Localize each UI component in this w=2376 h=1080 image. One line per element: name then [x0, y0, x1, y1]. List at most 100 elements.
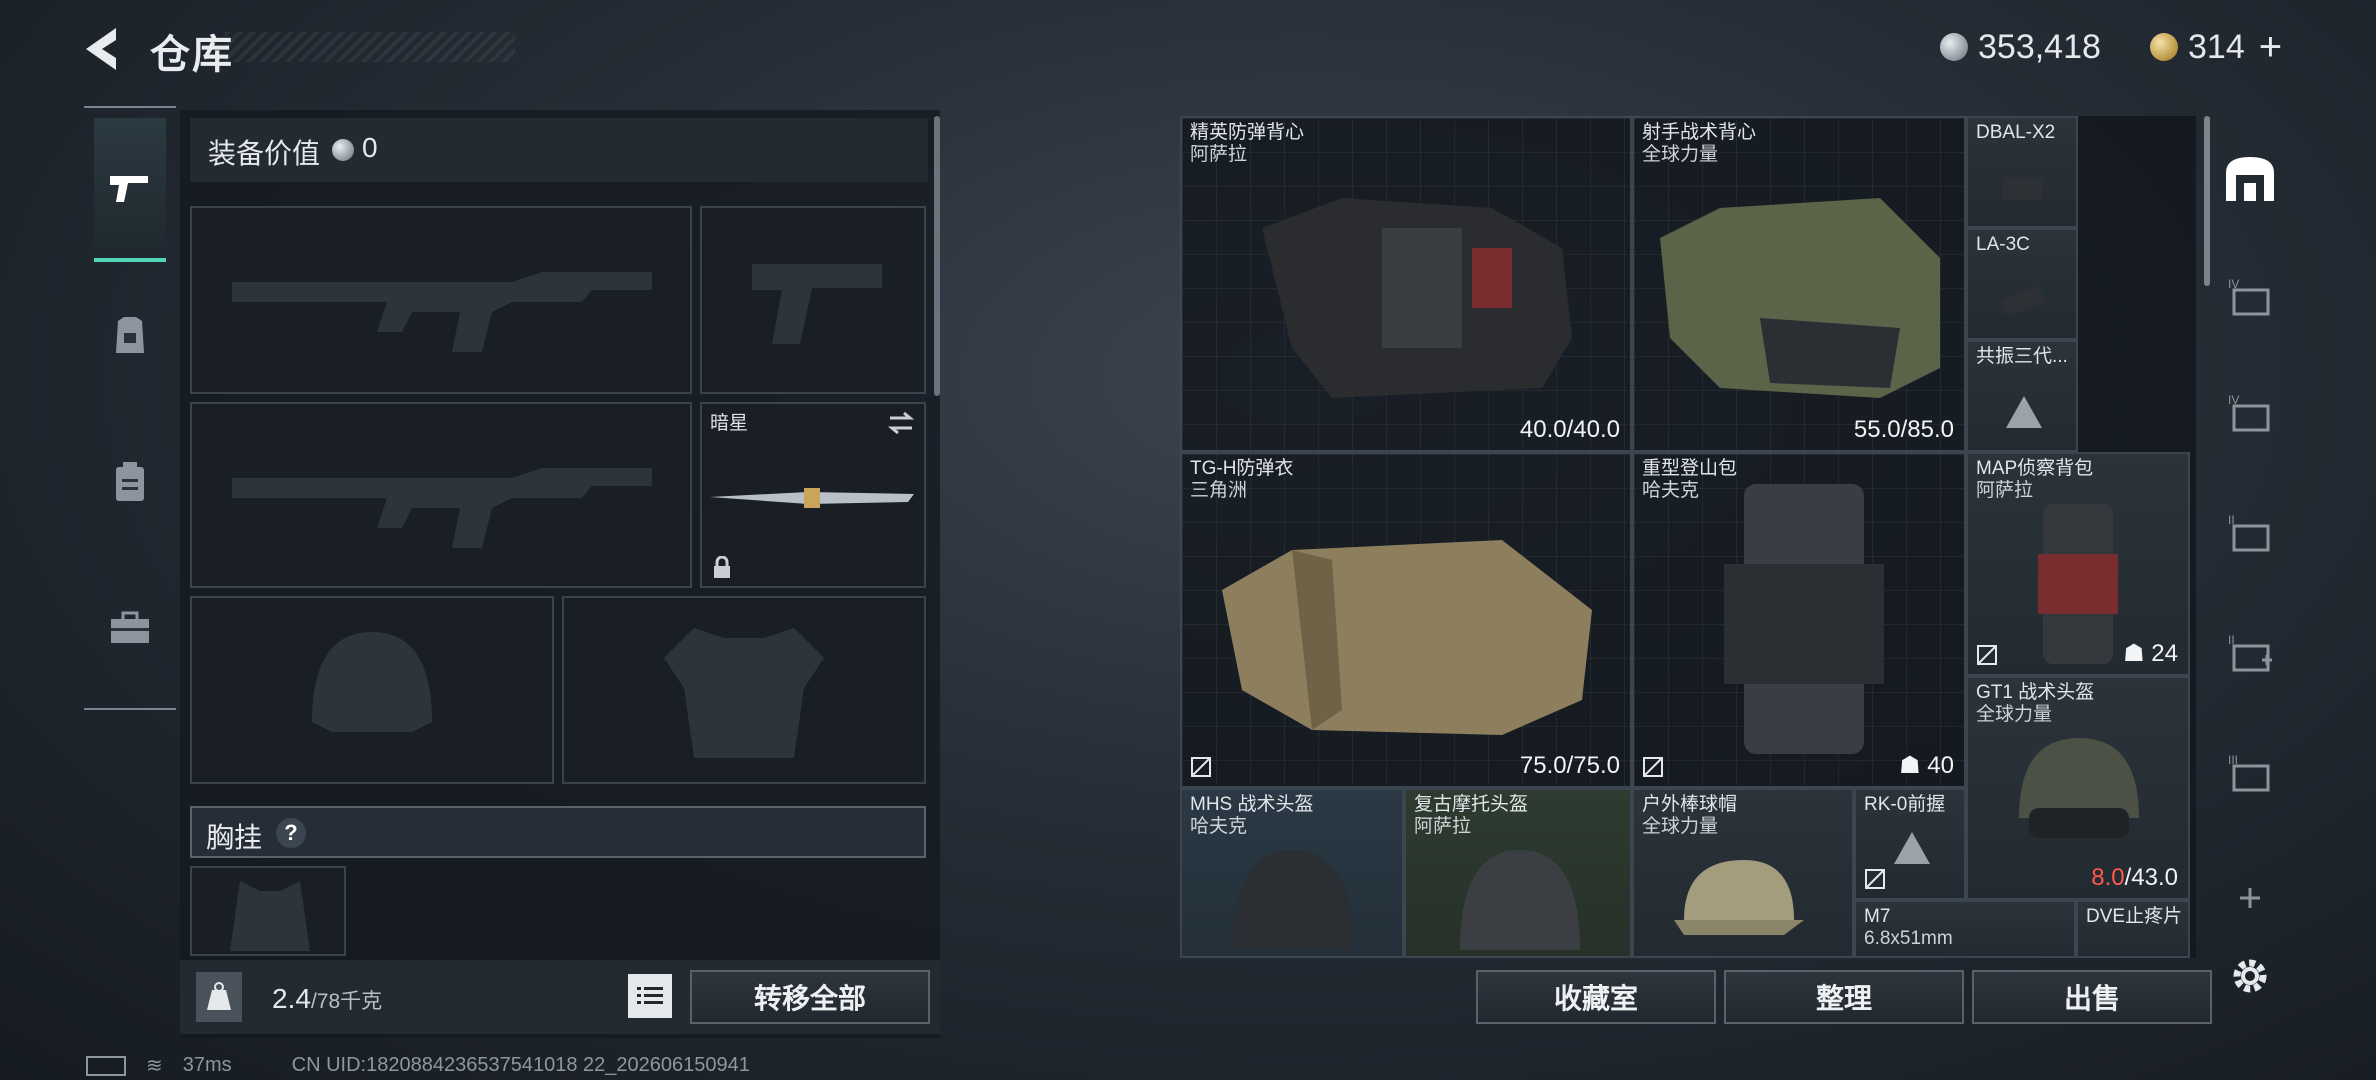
- backpack-icon: [1724, 484, 1884, 754]
- pistol-slot[interactable]: [700, 206, 926, 394]
- no-insure-icon: [1865, 869, 1885, 889]
- storage-item-retro-helmet[interactable]: 复古摩托头盔 阿萨拉: [1404, 788, 1632, 958]
- tab-rail-bottom-line: [84, 708, 176, 710]
- organize-button[interactable]: 整理: [1724, 970, 1964, 1024]
- cap-icon: [1674, 860, 1804, 935]
- lock-icon: [714, 556, 730, 578]
- storage-box-ii-2[interactable]: II: [2218, 620, 2282, 684]
- chest-rig-silhouette-icon: [230, 881, 310, 951]
- loadout-scrollbar[interactable]: [934, 116, 940, 396]
- tab-backpack[interactable]: [94, 446, 166, 518]
- storage-grid: 精英防弹背心 阿萨拉 40.0/40.0 射手战术背心 全球力量 55.0/85…: [1180, 116, 2196, 958]
- item-name: 共振三代...: [1976, 346, 2068, 367]
- swap-icon[interactable]: [886, 410, 916, 436]
- primary-weapon-slot-2[interactable]: [190, 402, 692, 588]
- item-maker: 哈夫克: [1642, 480, 1700, 501]
- armor-icon: [1222, 540, 1592, 735]
- item-name: MAP侦察背包: [1976, 458, 2094, 479]
- item-name: DBAL-X2: [1976, 122, 2056, 143]
- back-button[interactable]: [80, 24, 130, 74]
- no-insure-icon: [1191, 757, 1211, 777]
- title-decoration: [225, 32, 515, 62]
- no-insure-icon: [1977, 645, 1997, 665]
- collection-room-button[interactable]: 收藏室: [1476, 970, 1716, 1024]
- storage-item-resonance[interactable]: 共振三代...: [1966, 340, 2078, 452]
- gold-amount: 314: [2188, 27, 2245, 66]
- pistol-silhouette-icon: [752, 264, 882, 344]
- warehouse-icon: [2226, 157, 2274, 201]
- add-currency-button[interactable]: +: [2259, 25, 2282, 70]
- item-name: 精英防弹背心: [1190, 122, 1305, 143]
- item-caliber: 6.8x51mm: [1864, 928, 1953, 949]
- equipment-value-label: 装备价值: [208, 138, 321, 169]
- list-view-button[interactable]: [628, 974, 672, 1018]
- toolbox-icon: [111, 611, 149, 643]
- helmet-slot[interactable]: [190, 596, 554, 784]
- helmet-icon: [1460, 850, 1580, 950]
- item-maker: 三角洲: [1190, 480, 1248, 501]
- battery-icon: [86, 1055, 126, 1076]
- primary-weapon-slot-1[interactable]: [190, 206, 692, 394]
- item-name: TG-H防弹衣: [1190, 458, 1294, 479]
- storage-item-map-pack[interactable]: MAP侦察背包 阿萨拉 ☗ 24: [1966, 452, 2190, 676]
- wifi-icon: ≋: [146, 1055, 163, 1077]
- storage-main-button[interactable]: [2218, 146, 2282, 210]
- storage-box-ii-1[interactable]: II: [2218, 500, 2282, 564]
- item-maker: 全球力量: [1642, 816, 1719, 837]
- storage-item-elite-vest[interactable]: 精英防弹背心 阿萨拉 40.0/40.0: [1180, 116, 1632, 452]
- weight-icon: [196, 972, 242, 1022]
- unknown-item-icon: [2006, 396, 2042, 428]
- item-name: 射手战术背心: [1642, 122, 1757, 143]
- backpack-icon: [116, 462, 144, 501]
- chest-rig-label: 胸挂: [206, 822, 263, 853]
- vest-icon: [1660, 198, 1940, 398]
- capacity-value: 24: [2151, 640, 2178, 667]
- storage-item-dbal-x2[interactable]: DBAL-X2: [1966, 116, 2078, 228]
- body-armor-slot[interactable]: [562, 596, 926, 784]
- storage-box-iv-2[interactable]: IV: [2218, 380, 2282, 444]
- gear-icon: [2233, 959, 2267, 993]
- durability-max: /43.0: [2124, 864, 2178, 891]
- backpack-icon: [2038, 504, 2118, 664]
- chest-rig-slot[interactable]: [190, 866, 346, 956]
- sell-button[interactable]: 出售: [1972, 970, 2212, 1024]
- storage-item-la-3c[interactable]: LA-3C: [1966, 228, 2078, 340]
- chest-rig-help-button[interactable]: ?: [276, 818, 306, 848]
- durability-current: 8.0: [2091, 864, 2125, 891]
- rifle-silhouette-icon: [232, 272, 652, 352]
- storage-item-mhs-helmet[interactable]: MHS 战术头盔 哈夫克: [1180, 788, 1404, 958]
- storage-box-iv-1[interactable]: IV: [2218, 264, 2282, 328]
- storage-item-baseball-cap[interactable]: 户外棒球帽 全球力量: [1632, 788, 1854, 958]
- storage-item-m7-ammo[interactable]: M7 6.8x51mm: [1854, 900, 2076, 958]
- storage-item-gt1-helmet[interactable]: GT1 战术头盔 全球力量 8.0/43.0: [1966, 676, 2190, 900]
- unknown-item-icon: [1894, 832, 1930, 864]
- item-name: GT1 战术头盔: [1976, 682, 2095, 703]
- storage-scrollbar[interactable]: [2204, 116, 2210, 286]
- container-ii-icon: II: [2228, 513, 2270, 552]
- melee-slot[interactable]: 暗星: [700, 402, 926, 588]
- no-insure-icon: [1643, 757, 1663, 777]
- tab-rail-top-line: [84, 106, 176, 108]
- plus-icon: [2240, 888, 2260, 908]
- storage-item-shooter-vest[interactable]: 射手战术背心 全球力量 55.0/85.0: [1632, 116, 1966, 452]
- carry-weight: 2.4/78千克: [272, 983, 382, 1015]
- storage-item-rk0-grip[interactable]: RK-0前握: [1854, 788, 1966, 900]
- settings-button[interactable]: [2218, 944, 2282, 1008]
- storage-box-iii[interactable]: III: [2218, 740, 2282, 804]
- container-ii-medical-icon: II: [2228, 633, 2272, 672]
- capacity-value: 40: [1927, 752, 1954, 779]
- helmet-icon: [2019, 738, 2139, 838]
- knife-icon: [710, 488, 914, 508]
- list-icon: [637, 987, 663, 1004]
- tab-equipment[interactable]: [94, 300, 166, 372]
- container-iv-icon: IV: [2228, 277, 2270, 316]
- transfer-all-button[interactable]: 转移全部: [690, 970, 930, 1024]
- item-name: 户外棒球帽: [1642, 794, 1738, 815]
- tab-supplies[interactable]: [94, 592, 166, 664]
- storage-item-dve-painkiller[interactable]: DVE止疼片: [2076, 900, 2190, 958]
- tab-weapons[interactable]: [94, 118, 166, 262]
- add-storage-button[interactable]: [2218, 866, 2282, 930]
- capacity-icon: ☗: [2123, 640, 2152, 667]
- storage-item-heavy-pack[interactable]: 重型登山包 哈夫克 ☗ 40: [1632, 452, 1966, 788]
- storage-item-tg-h-armor[interactable]: TG-H防弹衣 三角洲 75.0/75.0: [1180, 452, 1632, 788]
